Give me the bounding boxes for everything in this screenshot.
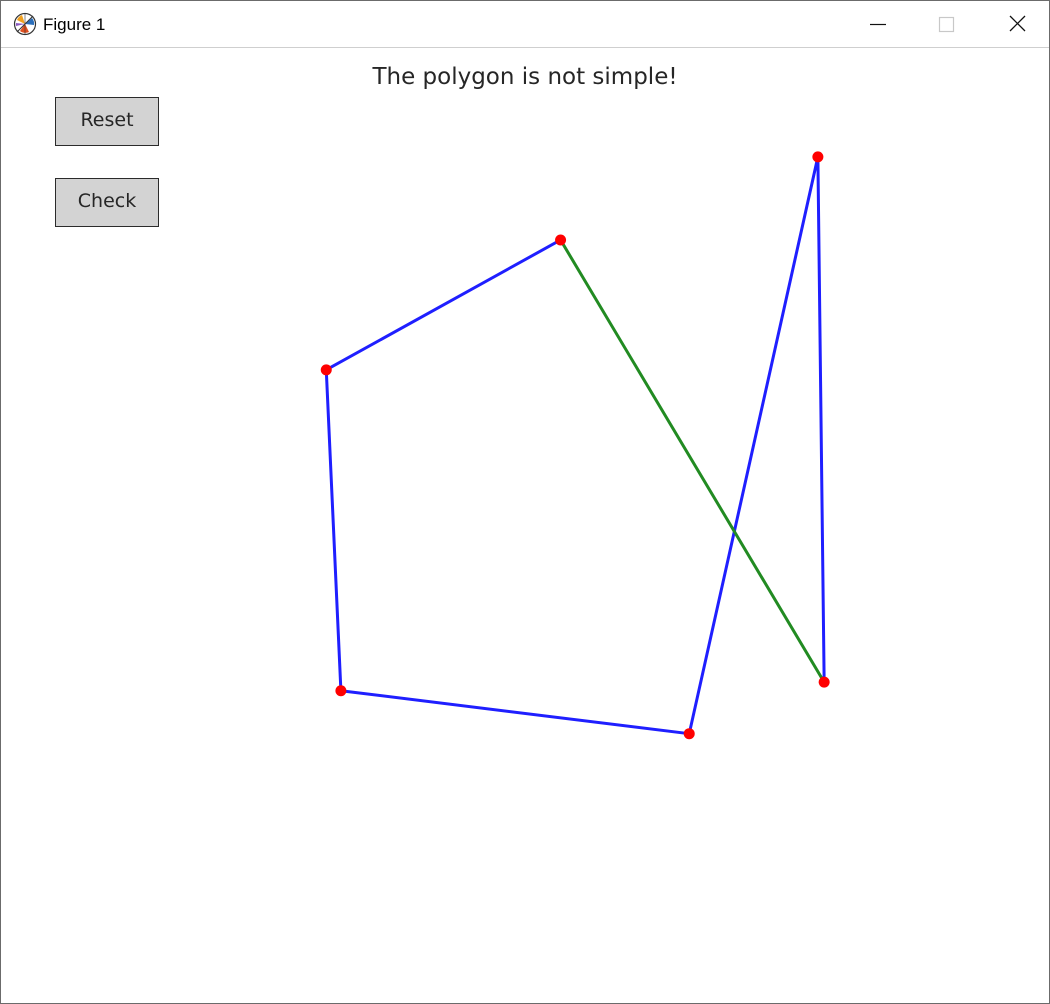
maximize-icon <box>938 16 955 33</box>
polygon-vertex[interactable] <box>335 685 347 697</box>
close-icon <box>1009 15 1026 32</box>
polygon-edge <box>687 155 820 736</box>
polygon-vertex[interactable] <box>818 676 830 688</box>
maximize-button[interactable] <box>911 1 981 47</box>
polygon-edge <box>816 155 826 684</box>
reset-button[interactable]: Reset <box>55 97 159 146</box>
polygon-edge <box>324 368 343 693</box>
check-button[interactable]: Check <box>55 178 159 227</box>
minimize-button[interactable] <box>841 1 911 47</box>
polygon-vertex[interactable] <box>683 728 695 740</box>
close-button[interactable] <box>981 1 1050 47</box>
polygon-vertex[interactable] <box>555 234 567 246</box>
title-bar[interactable]: Figure 1 <box>1 1 1049 48</box>
polygon-edge <box>339 689 691 736</box>
polygon-edge <box>324 238 563 372</box>
figure-canvas[interactable]: The polygon is not simple! Reset Check <box>2 48 1048 1003</box>
figure-title: The polygon is not simple! <box>372 64 678 90</box>
matplotlib-icon <box>13 12 37 36</box>
window-title: Figure 1 <box>43 15 106 34</box>
minimize-icon <box>870 23 886 26</box>
figure-window: Figure 1 The polygon is not simple! Rese… <box>0 0 1050 1004</box>
polygon-vertex[interactable] <box>812 151 824 163</box>
polygon-vertex[interactable] <box>320 364 332 376</box>
